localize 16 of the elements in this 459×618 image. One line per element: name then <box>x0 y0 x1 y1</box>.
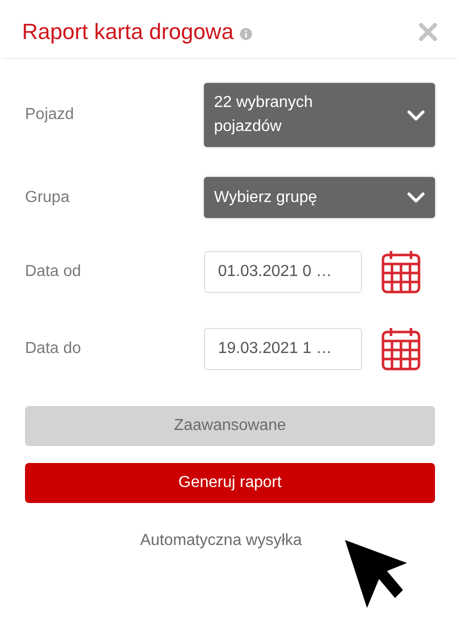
chevron-down-icon <box>407 192 425 203</box>
calendar-icon[interactable] <box>381 327 421 371</box>
field-label: Grupa <box>25 188 70 206</box>
field-label: Pojazd <box>25 106 75 124</box>
advanced-button[interactable]: Zaawansowane <box>25 406 435 446</box>
field-label: Data do <box>25 340 82 358</box>
dropdown[interactable]: Wybierz grupę <box>204 177 435 218</box>
dialog-title: Raport karta drogowa <box>22 19 234 45</box>
dropdown[interactable]: 22 wybranych pojazdów <box>204 83 435 147</box>
date-field[interactable]: 19.03.2021 1 … <box>204 328 362 370</box>
field-label: Data od <box>25 263 82 281</box>
chevron-down-icon <box>407 110 425 120</box>
generate-button[interactable]: Generuj raport <box>25 463 435 503</box>
auto-send-link[interactable]: Automatyczna wysyłka <box>140 532 302 550</box>
date-field[interactable]: 01.03.2021 0 … <box>204 251 362 293</box>
calendar-icon[interactable] <box>381 250 421 294</box>
